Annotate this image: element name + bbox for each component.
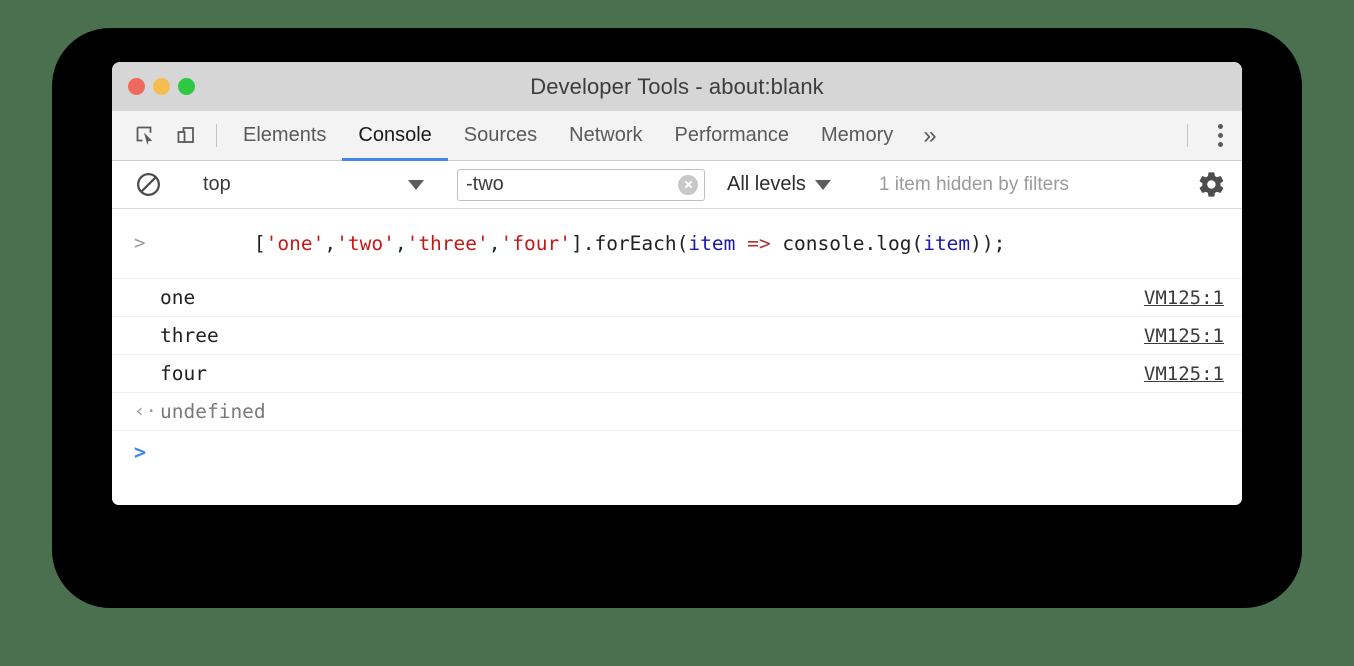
console-message-list[interactable]: > ['one','two','three','four'].forEach(i… bbox=[112, 209, 1242, 505]
chevron-double-right-icon: » bbox=[923, 124, 936, 148]
code-token-identifier: item bbox=[688, 232, 735, 255]
title-bar: Developer Tools - about:blank bbox=[112, 62, 1242, 111]
tab-network[interactable]: Network bbox=[553, 111, 658, 160]
log-source-link[interactable]: VM125:1 bbox=[1144, 287, 1224, 309]
code-token: )); bbox=[970, 232, 1005, 255]
code-token: [ bbox=[254, 232, 266, 255]
filter-input[interactable] bbox=[457, 169, 705, 201]
tab-label: Console bbox=[358, 124, 431, 147]
inspect-element-icon[interactable] bbox=[126, 111, 166, 160]
console-result-row: ‹· undefined bbox=[112, 393, 1242, 431]
prompt-arrow-icon: > bbox=[134, 442, 160, 462]
console-prompt-row[interactable]: > bbox=[112, 431, 1242, 473]
tab-label: Network bbox=[569, 124, 642, 147]
execution-context-selector[interactable]: top bbox=[191, 161, 434, 209]
chevron-down-icon bbox=[815, 180, 831, 190]
console-log-row: one VM125:1 bbox=[112, 279, 1242, 317]
console-input-expression: ['one','two','three','four'].forEach(ite… bbox=[160, 209, 1224, 278]
tab-console[interactable]: Console bbox=[342, 111, 447, 160]
chevron-down-icon bbox=[408, 180, 424, 190]
clear-console-icon[interactable] bbox=[126, 171, 170, 198]
tab-label: Memory bbox=[821, 124, 893, 147]
tab-sources[interactable]: Sources bbox=[448, 111, 553, 160]
devtools-window: Developer Tools - about:blank Elements C… bbox=[112, 62, 1242, 505]
result-arrow-icon: ‹· bbox=[134, 402, 160, 421]
kebab-dot bbox=[1218, 133, 1223, 138]
tab-label: Sources bbox=[464, 124, 537, 147]
log-message: four bbox=[160, 362, 1144, 385]
code-token: console.log( bbox=[771, 232, 924, 255]
console-log-row: three VM125:1 bbox=[112, 317, 1242, 355]
code-token: , bbox=[489, 232, 501, 255]
code-token-string: 'two' bbox=[336, 232, 395, 255]
devtools-tab-bar: Elements Console Sources Network Perform… bbox=[112, 111, 1242, 161]
code-token bbox=[735, 232, 747, 255]
code-token-string: 'four' bbox=[501, 232, 571, 255]
filter-input-wrapper bbox=[457, 169, 705, 201]
code-token-string: 'one' bbox=[266, 232, 325, 255]
window-title: Developer Tools - about:blank bbox=[112, 62, 1242, 111]
kebab-menu-icon[interactable] bbox=[1198, 111, 1242, 160]
console-filter-toolbar: top All levels 1 item hidden by filters bbox=[112, 161, 1242, 209]
log-source-link[interactable]: VM125:1 bbox=[1144, 325, 1224, 347]
log-levels-value: All levels bbox=[727, 173, 806, 196]
tabbar-spacer bbox=[951, 111, 1177, 160]
tab-label: Performance bbox=[675, 124, 790, 147]
kebab-dot bbox=[1218, 124, 1223, 129]
gear-icon[interactable] bbox=[1180, 170, 1242, 199]
minimize-window-button[interactable] bbox=[153, 78, 170, 95]
clear-input-icon[interactable] bbox=[678, 175, 698, 195]
log-source-link[interactable]: VM125:1 bbox=[1144, 363, 1224, 385]
close-window-button[interactable] bbox=[128, 78, 145, 95]
log-message: one bbox=[160, 286, 1144, 309]
tabbar-divider-right bbox=[1187, 124, 1188, 147]
tab-performance[interactable]: Performance bbox=[659, 111, 806, 160]
console-log-row: four VM125:1 bbox=[112, 355, 1242, 393]
code-token-identifier: item bbox=[923, 232, 970, 255]
kebab-dot bbox=[1218, 142, 1223, 147]
log-levels-selector[interactable]: All levels bbox=[727, 173, 831, 196]
code-token: ].forEach( bbox=[571, 232, 688, 255]
result-value: undefined bbox=[160, 400, 1224, 423]
log-message: three bbox=[160, 324, 1144, 347]
execution-context-value: top bbox=[203, 173, 408, 196]
tab-memory[interactable]: Memory bbox=[805, 111, 909, 160]
tab-elements[interactable]: Elements bbox=[227, 111, 342, 160]
code-token: , bbox=[324, 232, 336, 255]
more-tabs-icon[interactable]: » bbox=[909, 111, 950, 160]
input-arrow-icon: > bbox=[134, 234, 160, 253]
toolbar-divider bbox=[216, 124, 217, 147]
tab-label: Elements bbox=[243, 124, 326, 147]
console-input-echo-row: > ['one','two','three','four'].forEach(i… bbox=[112, 209, 1242, 279]
traffic-lights bbox=[128, 62, 195, 111]
code-token: , bbox=[395, 232, 407, 255]
code-token-string: 'three' bbox=[407, 232, 489, 255]
hidden-items-message: 1 item hidden by filters bbox=[879, 174, 1069, 196]
device-toolbar-icon[interactable] bbox=[166, 111, 206, 160]
code-token-arrow: => bbox=[747, 232, 770, 255]
maximize-window-button[interactable] bbox=[178, 78, 195, 95]
